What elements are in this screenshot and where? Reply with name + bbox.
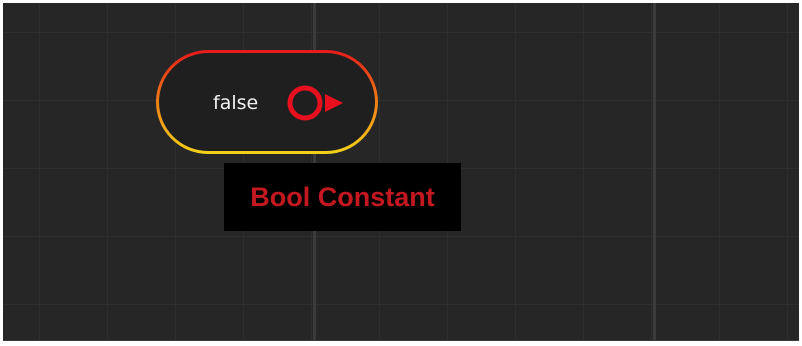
- node-graph-canvas[interactable]: false Bool Constant: [3, 3, 799, 341]
- node-tooltip: Bool Constant: [224, 163, 461, 231]
- output-pin-icon: [287, 85, 343, 121]
- node-body: false: [159, 53, 375, 151]
- tooltip-label: Bool Constant: [250, 181, 435, 212]
- node-value-label: false: [213, 92, 259, 114]
- output-port[interactable]: [285, 83, 351, 123]
- bool-constant-node[interactable]: false: [156, 50, 378, 154]
